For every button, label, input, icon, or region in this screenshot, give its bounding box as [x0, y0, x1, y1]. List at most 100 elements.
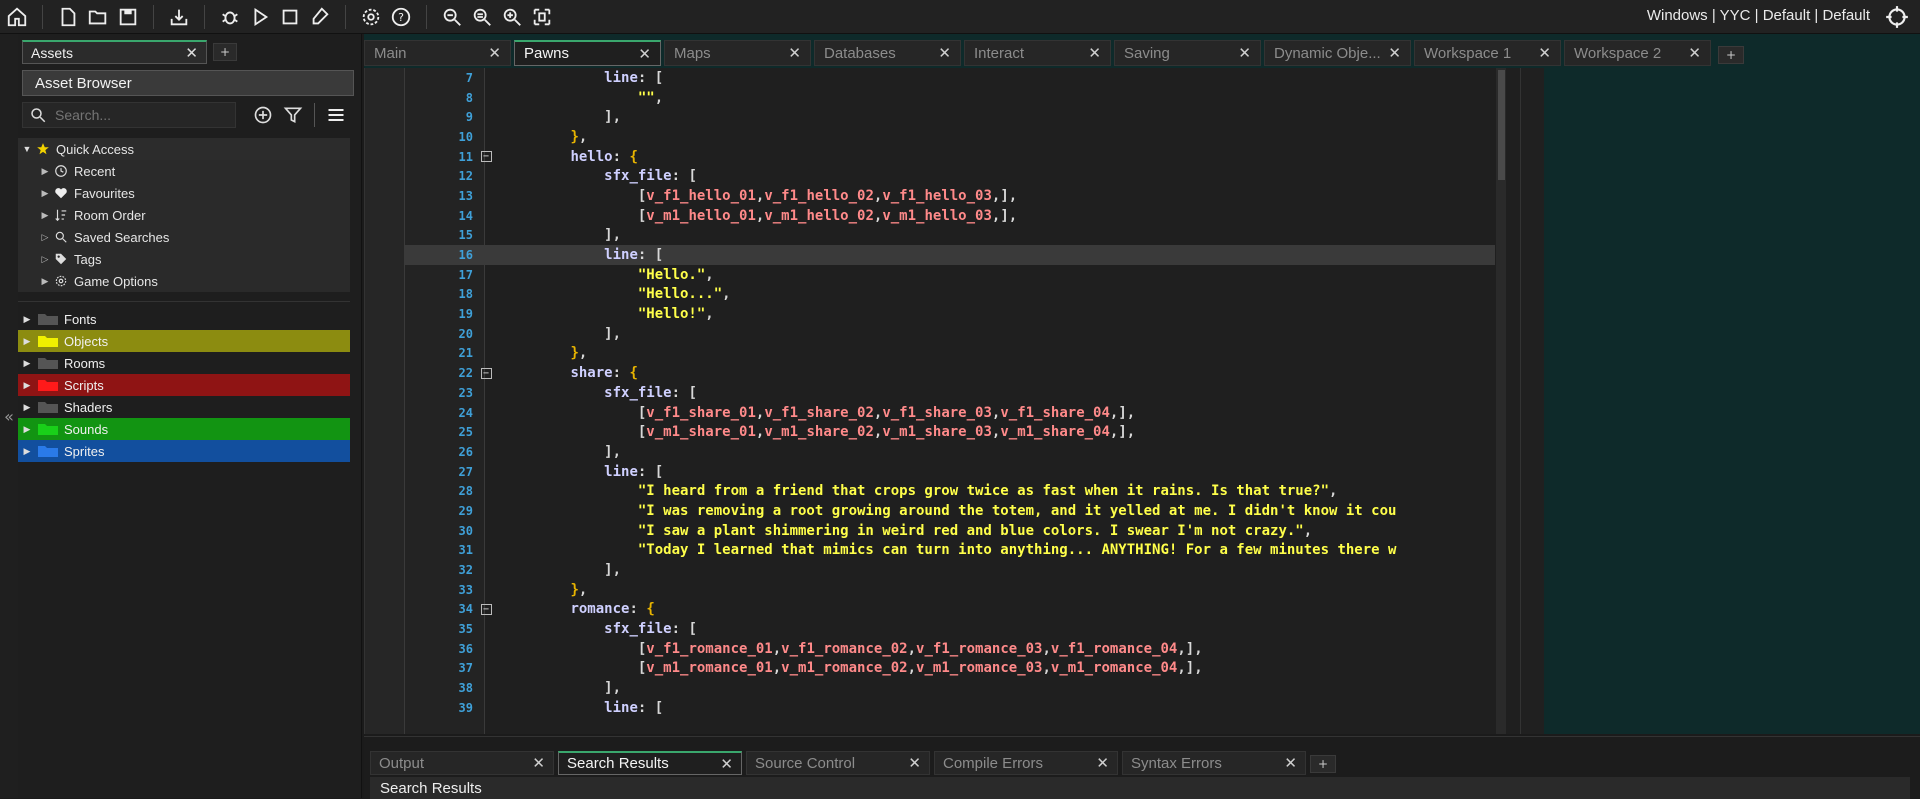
- open-folder-icon[interactable]: [85, 4, 111, 30]
- code-lines[interactable]: 7 line: [8 "", 9 ], 10 }, 11− hello: {12 sf…: [405, 68, 1495, 734]
- code-line[interactable]: 33 },: [405, 580, 1495, 600]
- tab-dynamic-obje[interactable]: Dynamic Obje... ✕: [1264, 40, 1411, 66]
- menu-icon[interactable]: [323, 102, 349, 128]
- close-icon[interactable]: ✕: [185, 44, 198, 62]
- target-config-label[interactable]: Windows | YYC | Default | Default: [1647, 7, 1870, 24]
- stop-icon[interactable]: [277, 4, 303, 30]
- asset-search-input[interactable]: [55, 107, 225, 123]
- close-icon[interactable]: ✕: [1388, 44, 1401, 62]
- breakpoint-margin[interactable]: [365, 68, 405, 734]
- code-line[interactable]: 11− hello: {: [405, 147, 1495, 167]
- close-icon[interactable]: ✕: [720, 755, 733, 773]
- code-line[interactable]: 38 ],: [405, 678, 1495, 698]
- close-icon[interactable]: ✕: [1538, 44, 1551, 62]
- add-tab-button[interactable]: +: [1310, 755, 1336, 773]
- code-line[interactable]: 20 ],: [405, 324, 1495, 344]
- close-icon[interactable]: ✕: [532, 754, 545, 772]
- zoom-reset-icon[interactable]: [469, 4, 495, 30]
- fold-toggle-icon[interactable]: −: [480, 151, 492, 163]
- folder-shaders[interactable]: ▶ Shaders: [18, 396, 350, 418]
- close-icon[interactable]: ✕: [1238, 44, 1251, 62]
- expand-triangle-icon[interactable]: ▶: [20, 402, 34, 413]
- tab-saving[interactable]: Saving ✕: [1114, 40, 1261, 66]
- code-line[interactable]: 36 [v_f1_romance_01,v_f1_romance_02,v_f1…: [405, 639, 1495, 659]
- tab-search-results[interactable]: Search Results ✕: [558, 751, 742, 775]
- zoom-in-icon[interactable]: [499, 4, 525, 30]
- code-line[interactable]: 37 [v_m1_romance_01,v_m1_romance_02,v_m1…: [405, 659, 1495, 679]
- code-line[interactable]: 21 },: [405, 344, 1495, 364]
- folder-sprites[interactable]: ▶ Sprites: [18, 440, 350, 462]
- close-icon[interactable]: ✕: [1088, 44, 1101, 62]
- expand-triangle-icon[interactable]: ▶: [20, 424, 34, 435]
- fold-toggle-icon[interactable]: −: [480, 603, 492, 615]
- zoom-out-icon[interactable]: [439, 4, 465, 30]
- code-line[interactable]: 31 "Today I learned that mimics can turn…: [405, 541, 1495, 561]
- close-icon[interactable]: ✕: [788, 44, 801, 62]
- close-icon[interactable]: ✕: [1096, 754, 1109, 772]
- expand-triangle-icon[interactable]: ▶: [20, 446, 34, 457]
- tab-assets[interactable]: Assets ✕: [22, 40, 207, 64]
- tab-compile-errors[interactable]: Compile Errors ✕: [934, 751, 1118, 775]
- tab-main[interactable]: Main ✕: [364, 40, 511, 66]
- scrollbar-thumb[interactable]: [1498, 70, 1505, 180]
- add-tab-button[interactable]: +: [1718, 46, 1744, 64]
- expand-triangle-icon[interactable]: ▶: [20, 314, 34, 325]
- tab-databases[interactable]: Databases ✕: [814, 40, 961, 66]
- code-line[interactable]: 32 ],: [405, 560, 1495, 580]
- code-line[interactable]: 9 ],: [405, 107, 1495, 127]
- code-line[interactable]: 26 ],: [405, 442, 1495, 462]
- add-asset-icon[interactable]: [250, 102, 276, 128]
- debug-icon[interactable]: [217, 4, 243, 30]
- target-icon[interactable]: [1884, 4, 1910, 30]
- fold-toggle-icon[interactable]: −: [480, 367, 492, 379]
- code-line[interactable]: 17 "Hello.",: [405, 265, 1495, 285]
- save-icon[interactable]: [115, 4, 141, 30]
- code-line[interactable]: 39 line: [: [405, 698, 1495, 718]
- expand-triangle-icon[interactable]: ▶: [20, 336, 34, 347]
- new-file-icon[interactable]: [55, 4, 81, 30]
- collapse-left-panel-button[interactable]: «: [0, 34, 18, 798]
- qa-item-room-order[interactable]: ▶ Room Order: [18, 204, 350, 226]
- code-line[interactable]: 24 [v_f1_share_01,v_f1_share_02,v_f1_sha…: [405, 403, 1495, 423]
- settings-icon[interactable]: [358, 4, 384, 30]
- code-line[interactable]: 12 sfx_file: [: [405, 166, 1495, 186]
- close-icon[interactable]: ✕: [488, 44, 501, 62]
- tab-interact[interactable]: Interact ✕: [964, 40, 1111, 66]
- filter-icon[interactable]: [280, 102, 306, 128]
- export-icon[interactable]: [166, 4, 192, 30]
- code-line[interactable]: 25 [v_m1_share_01,v_m1_share_02,v_m1_sha…: [405, 422, 1495, 442]
- expand-triangle-icon[interactable]: ▼: [20, 144, 34, 154]
- run-icon[interactable]: [247, 4, 273, 30]
- qa-item-favourites[interactable]: ▶ Favourites: [18, 182, 350, 204]
- code-line[interactable]: 30 "I saw a plant shimmering in weird re…: [405, 521, 1495, 541]
- qa-item-tags[interactable]: ▷ Tags: [18, 248, 350, 270]
- code-line[interactable]: 28 "I heard from a friend that crops gro…: [405, 481, 1495, 501]
- tab-output[interactable]: Output ✕: [370, 751, 554, 775]
- folder-fonts[interactable]: ▶ Fonts: [18, 308, 350, 330]
- qa-item-saved-searches[interactable]: ▷ Saved Searches: [18, 226, 350, 248]
- close-icon[interactable]: ✕: [908, 754, 921, 772]
- code-line[interactable]: 10 },: [405, 127, 1495, 147]
- code-editor[interactable]: 7 line: [8 "", 9 ], 10 }, 11− hello: {12 sf…: [364, 68, 1520, 734]
- code-line[interactable]: 13 [v_f1_hello_01,v_f1_hello_02,v_f1_hel…: [405, 186, 1495, 206]
- code-line[interactable]: 23 sfx_file: [: [405, 383, 1495, 403]
- folder-scripts[interactable]: ▶ Scripts: [18, 374, 350, 396]
- code-line[interactable]: 35 sfx_file: [: [405, 619, 1495, 639]
- code-line[interactable]: 7 line: [: [405, 68, 1495, 88]
- quick-access-row[interactable]: ▼ Quick Access: [18, 138, 350, 160]
- asset-search-box[interactable]: [22, 102, 236, 128]
- tab-pawns[interactable]: Pawns ✕: [514, 40, 661, 66]
- folder-rooms[interactable]: ▶ Rooms: [18, 352, 350, 374]
- help-icon[interactable]: ?: [388, 4, 414, 30]
- close-icon[interactable]: ✕: [1284, 754, 1297, 772]
- qa-item-game-options[interactable]: ▶ Game Options: [18, 270, 350, 292]
- expand-triangle-icon[interactable]: ▶: [20, 380, 34, 391]
- qa-item-recent[interactable]: ▶ Recent: [18, 160, 350, 182]
- close-icon[interactable]: ✕: [638, 45, 651, 63]
- code-line[interactable]: >16 line: [: [405, 245, 1495, 265]
- add-tab-button[interactable]: +: [213, 43, 237, 61]
- code-line[interactable]: 18 "Hello...",: [405, 285, 1495, 305]
- close-icon[interactable]: ✕: [938, 44, 951, 62]
- folder-sounds[interactable]: ▶ Sounds: [18, 418, 350, 440]
- fit-icon[interactable]: [529, 4, 555, 30]
